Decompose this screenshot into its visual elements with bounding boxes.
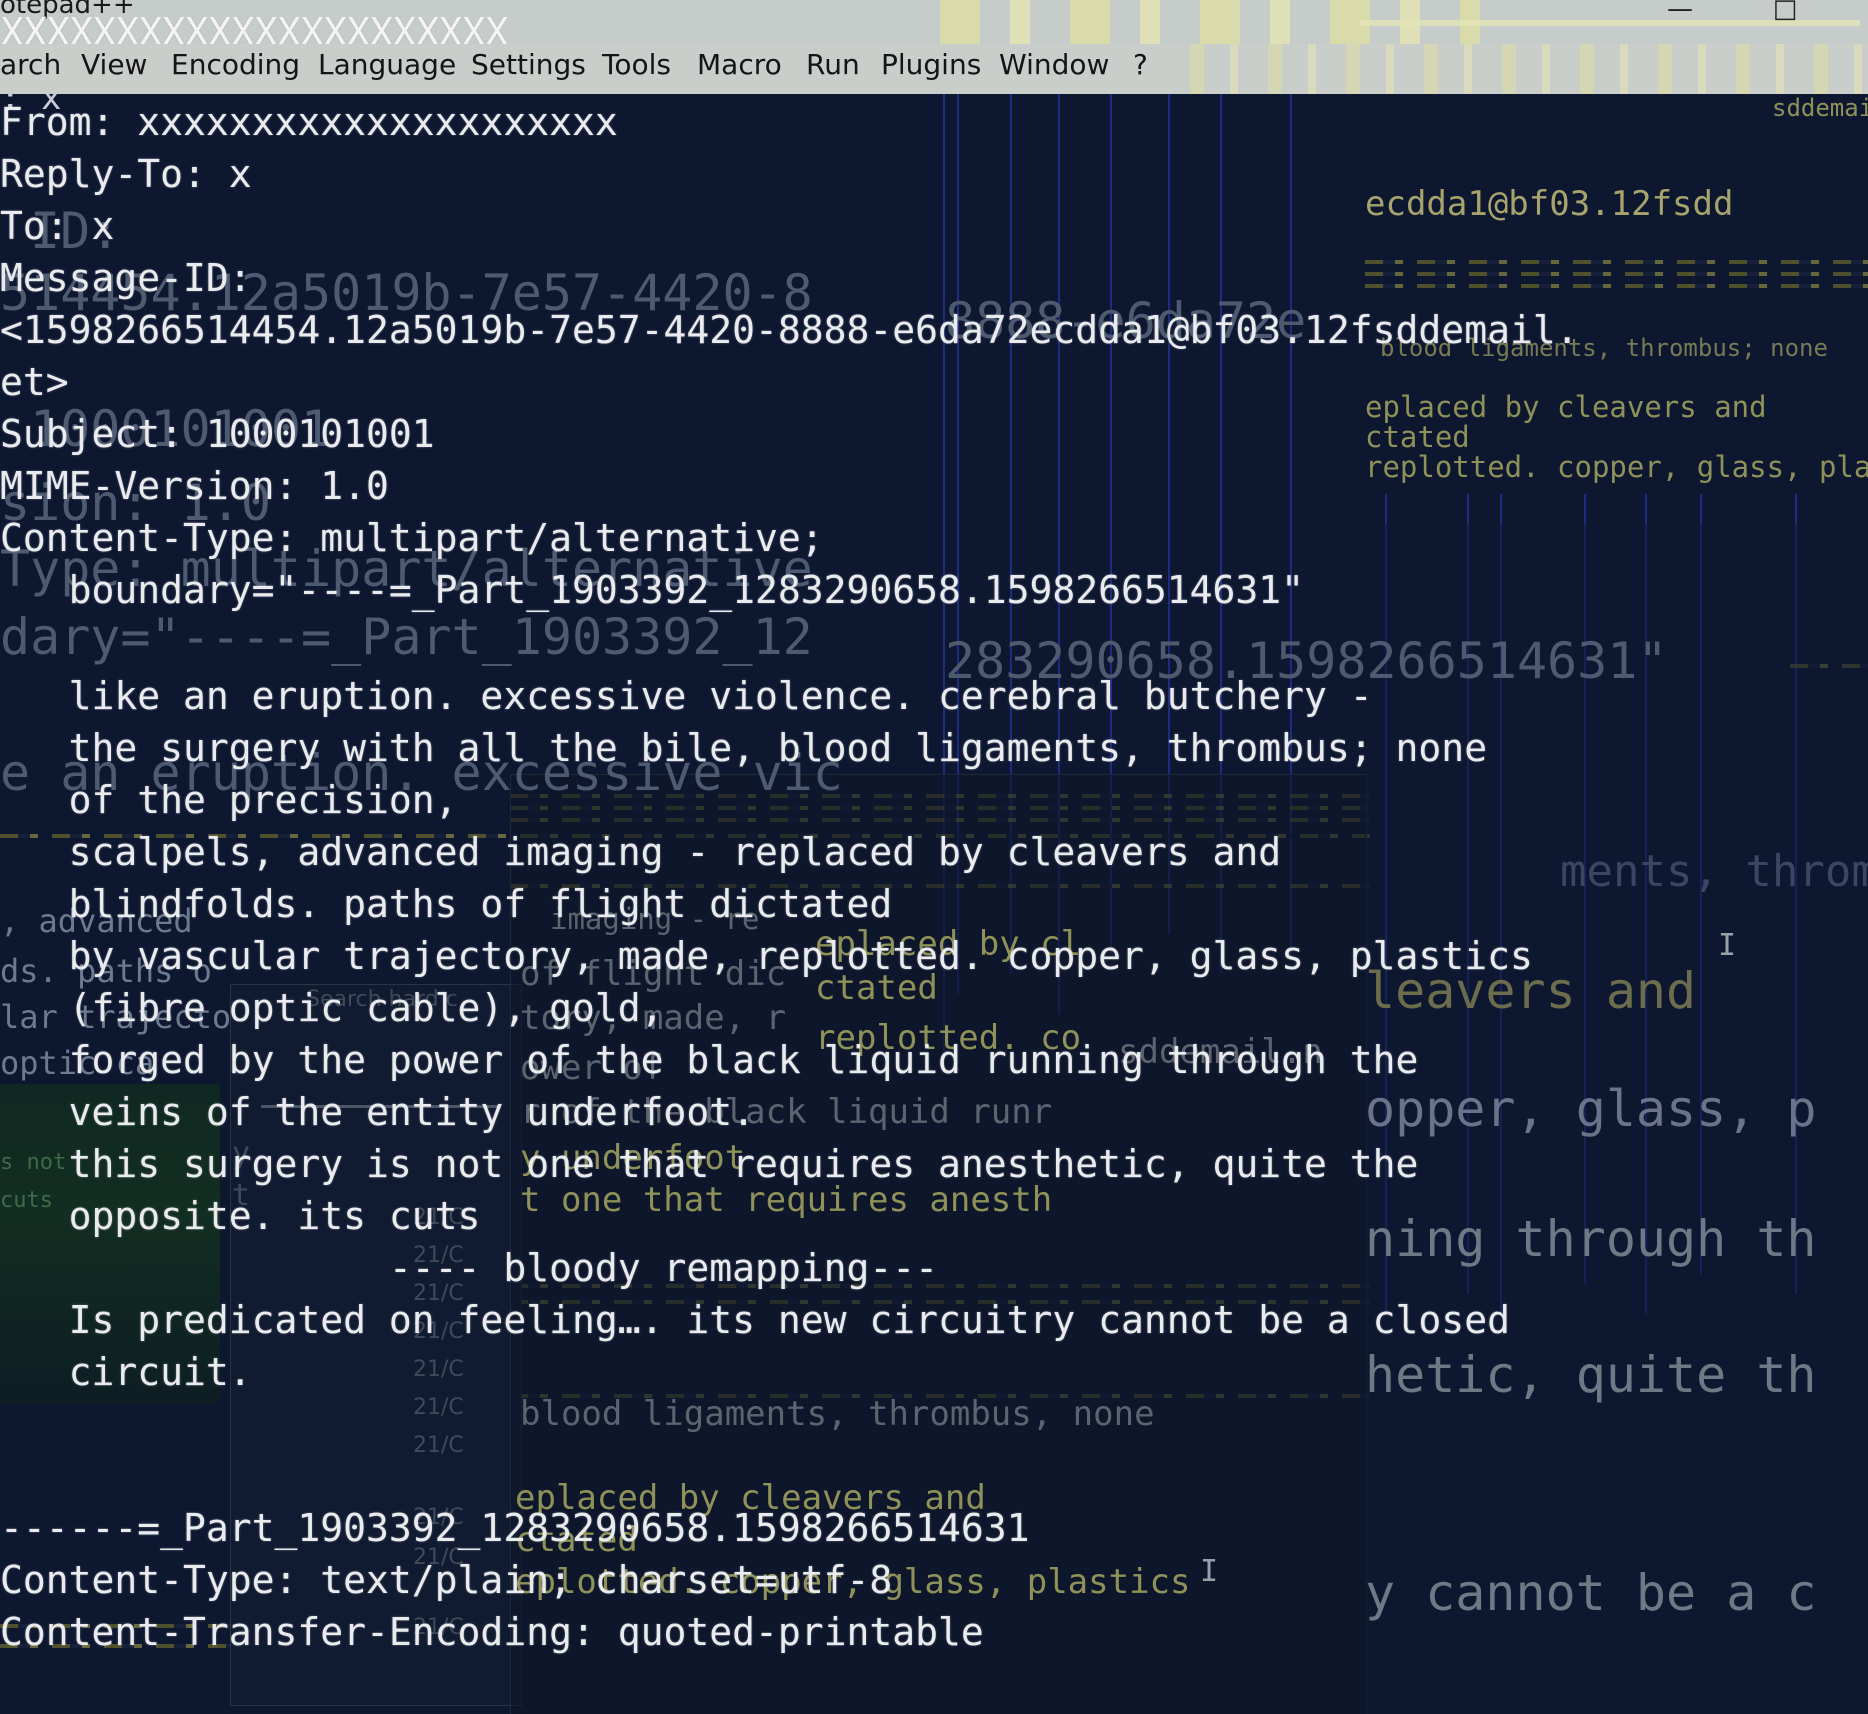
file-row[interactable]: 21/C (413, 1357, 464, 1382)
menu-bar: arch View Encoding Language Settings Too… (0, 44, 1868, 94)
right-ghost-text: replotted. copper, glass, plastic (1365, 450, 1868, 484)
menu-help[interactable]: ? (1133, 48, 1148, 81)
menu-view[interactable]: View (81, 48, 147, 81)
right-ghost-text: opper, glass, p (1365, 1080, 1817, 1138)
email-line: scalpels, advanced imaging - replaced by… (0, 830, 1282, 874)
email-line: Message-ID: (0, 256, 252, 300)
email-line: blindfolds. paths of flight dictated (0, 882, 893, 926)
minimize-icon[interactable]: — (1660, 0, 1700, 22)
right-ghost-text: ecdda1@bf03.12fsdd (1365, 184, 1734, 224)
email-line: opposite. its cuts (0, 1194, 481, 1238)
maximize-icon[interactable]: □ (1765, 0, 1805, 22)
email-line: <1598266514454.12a5019b-7e57-4420-8888-e… (0, 308, 1579, 352)
email-line: ---- bloody remapping--- (0, 1246, 938, 1290)
right-ghost-text: y cannot be a c (1365, 1564, 1817, 1622)
email-line: Is predicated on feeling…. its new circu… (0, 1298, 1510, 1342)
email-line: (fibre optic cable), gold, (0, 986, 664, 1030)
email-line: Content-Type: text/plain; charset=utf-8 (0, 1558, 893, 1602)
right-ghost-text: ctated (1365, 420, 1470, 454)
title-overlay-text: XXXXXXXXXXXXXXXXXXXXXX (0, 10, 509, 44)
email-line: et> (0, 360, 69, 404)
menu-encoding[interactable]: Encoding (171, 48, 300, 81)
menu-window[interactable]: Window (999, 48, 1109, 81)
menu-language[interactable]: Language (318, 48, 456, 81)
noise-band (1365, 272, 1868, 276)
email-line: by vascular trajectory, made, replotted.… (0, 934, 1533, 978)
email-line: this surgery is not one that requires an… (0, 1142, 1419, 1186)
menu-plugins[interactable]: Plugins (881, 48, 981, 81)
email-line: MIME-Version: 1.0 (0, 464, 389, 508)
email-line: the surgery with all the bile, blood lig… (0, 726, 1488, 770)
menu-run[interactable]: Run (806, 48, 860, 81)
editor-area[interactable]: Search hard c 21/C 21/C 21/C 21/C 21/C 2… (0, 94, 1868, 1714)
menu-tools[interactable]: Tools (602, 48, 671, 81)
email-line: circuit. (0, 1350, 252, 1394)
email-line: of the precision, (0, 778, 458, 822)
file-row[interactable]: 21/C (413, 1395, 464, 1420)
ghost-text: dary="----=_Part_1903392_12 (0, 608, 813, 666)
text-cursor-icon: I (1200, 1554, 1219, 1589)
email-line: To: x (0, 204, 115, 248)
text-cursor-icon: I (1718, 928, 1737, 963)
file-row[interactable]: 21/C (413, 1433, 464, 1458)
mid-ghost-text: blood ligaments, thrombus, none (520, 1394, 1155, 1434)
noise-band (1365, 260, 1868, 264)
notepad-window: otepad++ XXXXXXXXXXXXXXXXXXXXXX — □ arch… (0, 0, 1868, 1714)
email-line: Reply-To: x (0, 152, 252, 196)
menu-settings[interactable]: Settings (471, 48, 586, 81)
email-line: Content-Transfer-Encoding: quoted-printa… (0, 1610, 984, 1654)
right-ghost-text: ments, thrombus, (1560, 846, 1868, 897)
email-line: veins of the entity underfoot. (0, 1090, 755, 1134)
right-ghost-text: sddemai (1772, 94, 1868, 122)
email-line: Content-Type: multipart/alternative; (0, 516, 824, 560)
menu-search[interactable]: arch (0, 48, 61, 81)
email-line: boundary="----=_Part_1903392_1283290658.… (0, 568, 1305, 612)
title-bar: otepad++ XXXXXXXXXXXXXXXXXXXXXX — □ (0, 0, 1868, 44)
email-line: forged by the power of the black liquid … (0, 1038, 1419, 1082)
right-ghost-text: eplaced by cleavers and (1365, 390, 1767, 424)
email-line: Subject: 1000101001 (0, 412, 435, 456)
email-line: like an eruption. excessive violence. ce… (0, 674, 1373, 718)
email-line: From: xxxxxxxxxxxxxxxxxxxxx (0, 100, 618, 144)
right-ghost-text: ning through th (1365, 1210, 1817, 1268)
right-ghost-text: hetic, quite th (1365, 1346, 1817, 1404)
email-line: ------=_Part_1903392_1283290658.15982665… (0, 1506, 1030, 1550)
menu-glitch (1160, 44, 1868, 94)
noise-band (1365, 284, 1868, 288)
menu-macro[interactable]: Macro (697, 48, 782, 81)
